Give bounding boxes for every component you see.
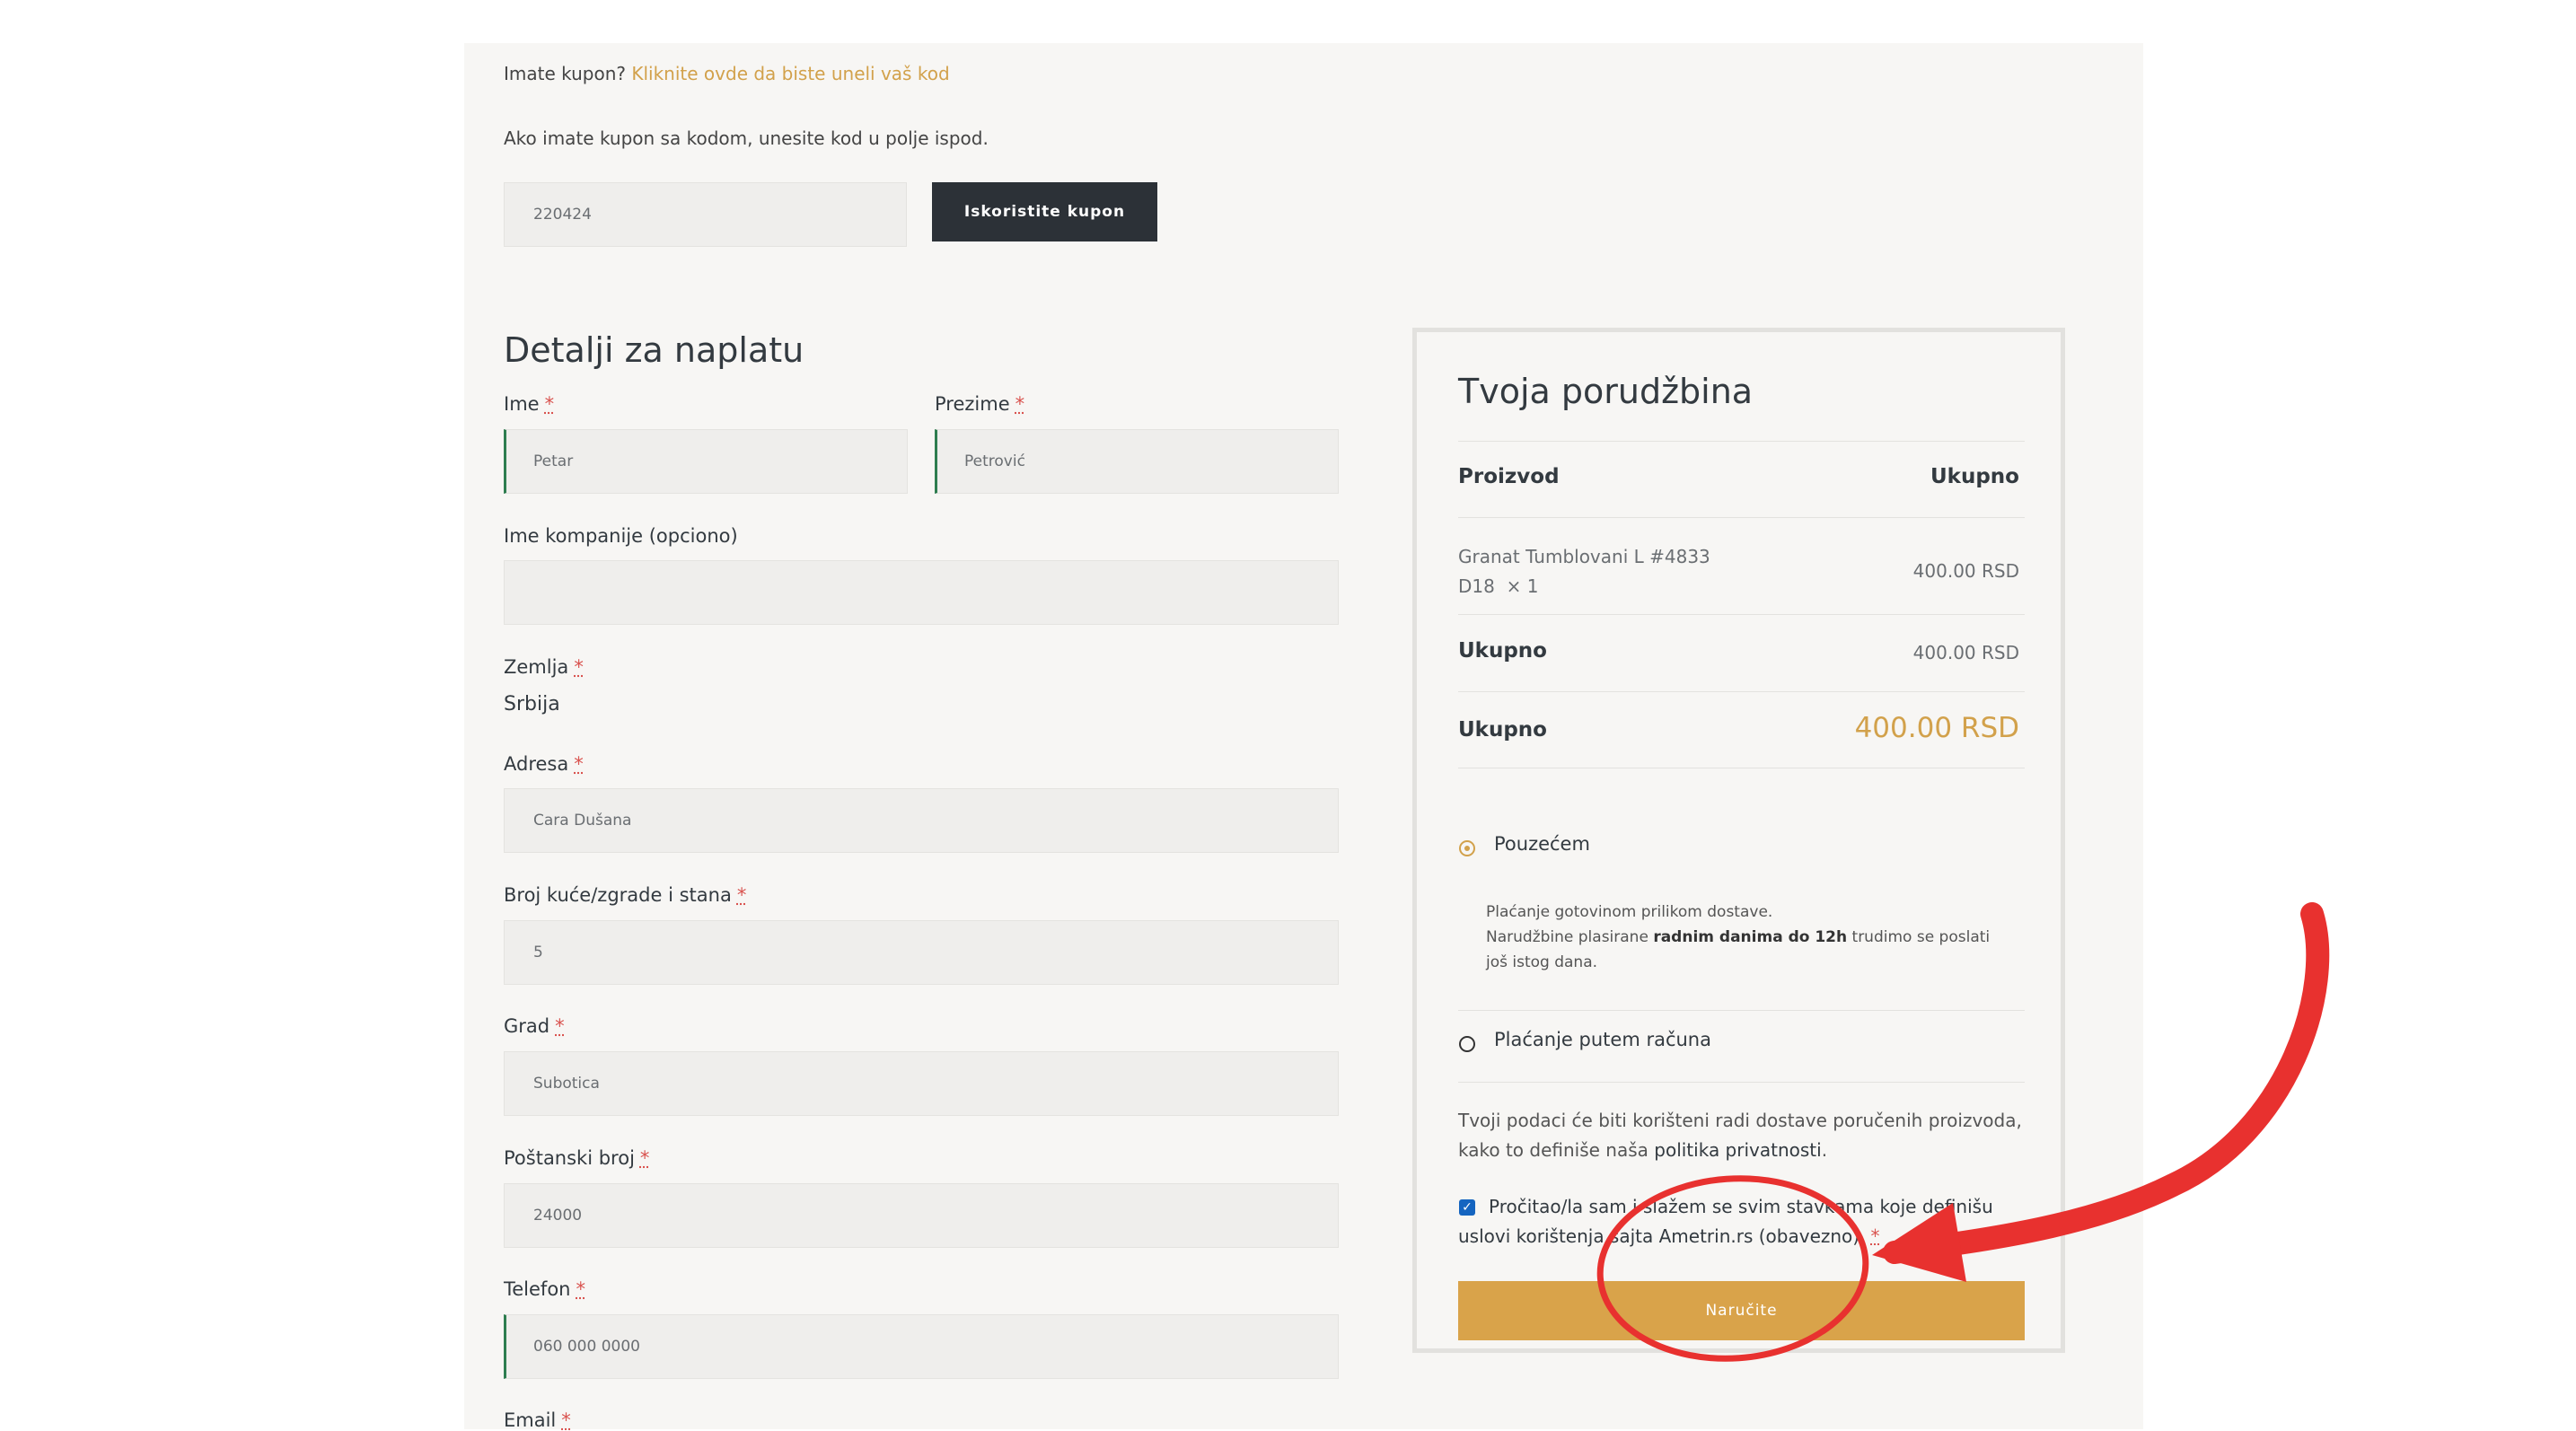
privacy-notice: Tvoji podaci će biti korišteni radi dost…	[1458, 1110, 2022, 1161]
order-item-name: Granat Tumblovani L #4833 D18 × 1	[1458, 546, 1710, 597]
payment-invoice-label[interactable]: Plaćanje putem računa	[1494, 1029, 1711, 1050]
house-number-input[interactable]: 5	[504, 920, 1339, 985]
last-name-input[interactable]: Petrović	[935, 429, 1339, 494]
divider	[1458, 441, 2025, 442]
column-total: Ukupno	[1930, 465, 2019, 488]
company-input[interactable]	[504, 560, 1339, 625]
company-label: Ime kompanije (opciono)	[504, 525, 738, 547]
last-name-label: Prezime *	[935, 393, 1025, 415]
privacy-policy-link[interactable]: politika privatnosti	[1654, 1139, 1821, 1161]
email-label: Email *	[504, 1409, 571, 1431]
total-value: 400.00 RSD	[1854, 712, 2019, 744]
billing-title: Detalji za naplatu	[504, 330, 804, 370]
payment-cod-label[interactable]: Pouzećem	[1494, 833, 1590, 855]
terms-text: Pročitao/la sam i slažem se svim stavkam…	[1458, 1196, 1993, 1247]
column-product: Proizvod	[1458, 465, 1560, 488]
order-item-qty: × 1	[1506, 575, 1539, 597]
first-name-label: Ime *	[504, 393, 555, 415]
divider	[1458, 517, 2025, 518]
phone-input[interactable]: 060 000 0000	[504, 1314, 1339, 1379]
postcode-input[interactable]: 24000	[504, 1183, 1339, 1248]
phone-label: Telefon *	[504, 1278, 585, 1300]
divider	[1458, 1010, 2025, 1011]
house-number-label: Broj kuće/zgrade i stana *	[504, 884, 747, 906]
divider	[1458, 691, 2025, 692]
city-input[interactable]: Subotica	[504, 1051, 1339, 1116]
address-input[interactable]: Cara Dušana	[504, 788, 1339, 853]
subtotal-label: Ukupno	[1458, 639, 1547, 663]
coupon-instructions: Ako imate kupon sa kodom, unesite kod u …	[504, 127, 989, 149]
total-label: Ukupno	[1458, 718, 1547, 742]
address-label: Adresa *	[504, 753, 584, 775]
order-title: Tvoja porudžbina	[1458, 372, 1754, 411]
country-label: Zemlja *	[504, 656, 584, 678]
coupon-input[interactable]: 220424	[504, 182, 907, 247]
payment-invoice-radio[interactable]	[1459, 1036, 1475, 1052]
subtotal-value: 400.00 RSD	[1912, 642, 2019, 663]
country-value: Srbija	[504, 693, 560, 716]
order-item-price: 400.00 RSD	[1912, 560, 2019, 582]
first-name-input[interactable]: Petar	[504, 429, 908, 494]
checkout-panel: Imate kupon? Kliknite ovde da biste unel…	[464, 43, 2143, 1431]
place-order-button[interactable]: Naručite	[1458, 1281, 2025, 1340]
postcode-label: Poštanski broj *	[504, 1147, 650, 1169]
city-label: Grad *	[504, 1015, 565, 1037]
coupon-link[interactable]: Kliknite ovde da biste uneli vaš kod	[631, 63, 949, 84]
payment-cod-radio[interactable]	[1459, 840, 1475, 856]
order-summary-box: Tvoja porudžbina Proizvod Ukupno Granat …	[1412, 328, 2065, 1353]
coupon-notice: Imate kupon? Kliknite ovde da biste unel…	[504, 63, 950, 84]
coupon-prompt: Imate kupon?	[504, 63, 627, 84]
cod-description: Plaćanje gotovinom prilikom dostave. Nar…	[1486, 903, 1991, 971]
divider	[1458, 614, 2025, 615]
apply-coupon-button[interactable]: Iskoristite kupon	[932, 182, 1157, 241]
divider	[1458, 1082, 2025, 1083]
